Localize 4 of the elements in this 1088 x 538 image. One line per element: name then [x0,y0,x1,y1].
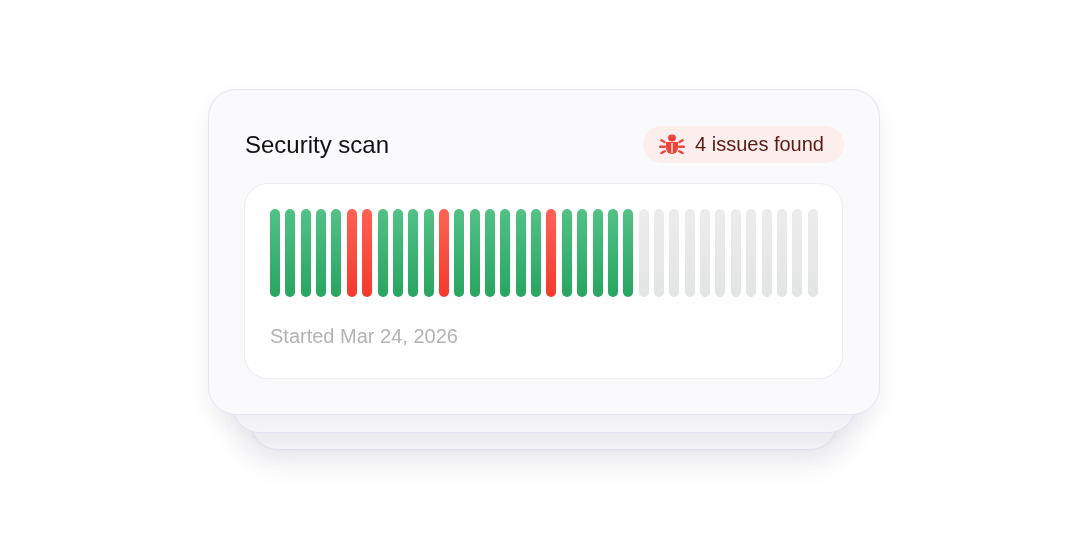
start-date: Started Mar 24, 2026 [270,325,459,348]
card-title: Security scan [244,130,390,159]
bug-icon [659,132,685,157]
issues-count: 4 issues found [695,133,824,156]
